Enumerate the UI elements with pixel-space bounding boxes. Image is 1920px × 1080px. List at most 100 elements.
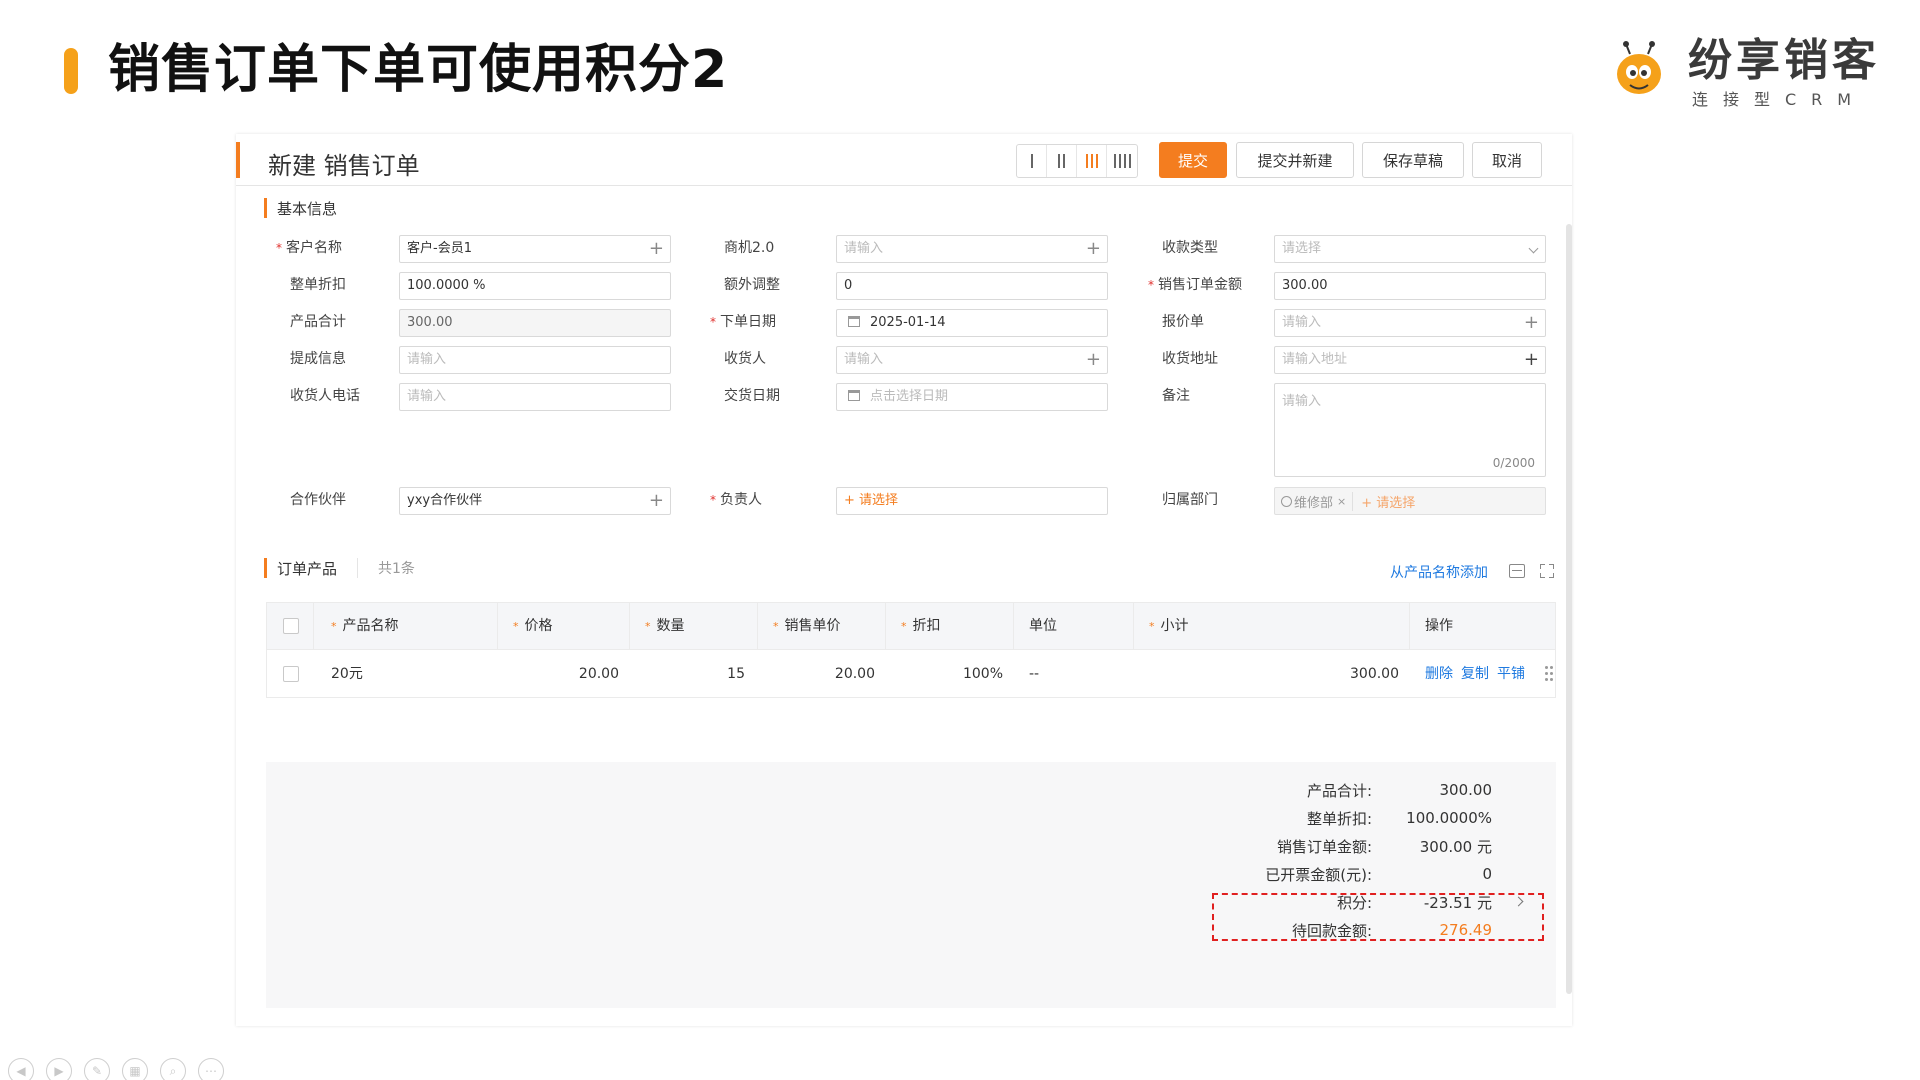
add-icon[interactable]: + <box>1524 310 1539 336</box>
payment-type-select[interactable]: 请选择 <box>1274 235 1546 263</box>
basic-info-heading: 基本信息 <box>264 198 337 218</box>
customer-name-label: * 客户名称 <box>276 240 342 256</box>
order-products-table: * 产品名称 * 价格 * 数量 * 销售单价 * 折扣 单位 * 小计 操作 20元 20… <box>266 602 1556 698</box>
receiver-phone-label: 收货人电话 <box>290 388 360 404</box>
delivery-date-picker[interactable]: 点击选择日期 <box>836 383 1108 411</box>
ship-address-input[interactable]: 请输入地址 + <box>1274 346 1546 374</box>
opportunity-input[interactable]: 请输入 + <box>836 235 1108 263</box>
order-amount-input[interactable]: 300.00 <box>1274 272 1546 300</box>
receiver-phone-input[interactable]: 请输入 <box>399 383 671 411</box>
fullscreen-icon[interactable] <box>1540 564 1554 578</box>
cell-product-name: 20元 <box>331 666 363 682</box>
circle-icon <box>1281 495 1292 507</box>
submit-and-new-button[interactable]: 提交并新建 <box>1236 142 1354 178</box>
products-heading: 订单产品 共1条 <box>264 558 415 578</box>
payment-type-label: 收款类型 <box>1162 240 1218 256</box>
summary-discount: 整单折扣: 100.0000% <box>1306 809 1492 828</box>
select-all-checkbox[interactable] <box>283 618 299 634</box>
pen-icon[interactable]: ✎ <box>84 1058 110 1080</box>
product-total-label: 产品合计 <box>290 314 346 330</box>
opportunity-label: 商机2.0 <box>724 240 775 256</box>
customer-name-input[interactable]: 客户-会员1 + <box>399 235 671 263</box>
close-icon[interactable]: × <box>1337 495 1346 508</box>
layout-2-col-icon[interactable] <box>1047 145 1077 177</box>
chevron-down-icon <box>1528 243 1539 254</box>
copy-row-button[interactable]: 复制 <box>1461 650 1489 698</box>
col-discount: * 折扣 <box>901 618 941 634</box>
order-date-label: * 下单日期 <box>710 314 776 330</box>
logo-subtitle: 连接型CRM <box>1692 90 1867 109</box>
add-department-button[interactable]: + 请选择 <box>1361 492 1415 511</box>
summary-product-total: 产品合计: 300.00 <box>1306 781 1492 800</box>
department-tag: 维修部 × <box>1281 491 1354 511</box>
brand-logo: 纷享销客 连接型CRM <box>1612 35 1892 109</box>
header-accent-bar <box>236 142 240 178</box>
slides-icon[interactable]: ▦ <box>122 1058 148 1080</box>
table-row: 20元 20.00 15 20.00 100% -- 300.00 删除 复制 … <box>267 649 1555 697</box>
layout-3-col-icon[interactable] <box>1077 145 1107 177</box>
add-icon[interactable]: + <box>1086 236 1101 262</box>
form-title: 新建 销售订单 <box>268 152 420 180</box>
extra-adjust-input[interactable]: 0 <box>836 272 1108 300</box>
tile-row-button[interactable]: 平铺 <box>1497 650 1525 698</box>
remark-textarea[interactable]: 请输入 0/2000 <box>1274 383 1546 477</box>
save-draft-button[interactable]: 保存草稿 <box>1362 142 1464 178</box>
cancel-button[interactable]: 取消 <box>1472 142 1542 178</box>
form-scrollbar[interactable] <box>1566 224 1572 994</box>
extra-adjust-label: 额外调整 <box>724 277 780 293</box>
row-checkbox[interactable] <box>283 666 299 682</box>
summary-invoiced: 已开票金额(元): 0 <box>1265 865 1492 884</box>
layout-switcher <box>1016 144 1138 178</box>
remark-label: 备注 <box>1162 388 1190 404</box>
calendar-icon <box>848 390 860 401</box>
department-select[interactable]: 维修部 × + 请选择 <box>1274 487 1546 515</box>
partner-input[interactable]: yxy合作伙伴 + <box>399 487 671 515</box>
quote-input[interactable]: 请输入 + <box>1274 309 1546 337</box>
order-date-picker[interactable]: 2025-01-14 <box>836 309 1108 337</box>
add-icon[interactable]: + <box>649 236 664 262</box>
cell-unit: -- <box>1029 666 1040 682</box>
col-subtotal: * 小计 <box>1149 618 1189 634</box>
commission-label: 提成信息 <box>290 351 346 367</box>
more-icon[interactable]: ⋯ <box>198 1058 224 1080</box>
ship-address-label: 收货地址 <box>1162 351 1218 367</box>
cell-subtotal: 300.00 <box>1350 666 1399 682</box>
delivery-date-label: 交货日期 <box>724 388 780 404</box>
bee-mascot-icon <box>1617 41 1661 94</box>
print-icon[interactable] <box>1509 564 1525 578</box>
next-icon[interactable]: ▶ <box>46 1058 72 1080</box>
submit-button[interactable]: 提交 <box>1159 142 1227 178</box>
owner-select[interactable]: + 请选择 <box>836 487 1108 515</box>
previous-icon[interactable]: ◀ <box>8 1058 34 1080</box>
owner-label: * 负责人 <box>710 492 762 508</box>
delete-row-button[interactable]: 删除 <box>1425 650 1453 698</box>
calendar-icon <box>848 316 860 327</box>
col-unit-price: * 销售单价 <box>773 618 841 634</box>
title-accent-bar <box>64 48 78 94</box>
add-icon[interactable]: + <box>1524 347 1539 373</box>
col-price: * 价格 <box>513 618 553 634</box>
cell-discount[interactable]: 100% <box>885 650 1003 698</box>
layout-1-col-icon[interactable] <box>1017 145 1047 177</box>
drag-handle-icon[interactable] <box>1545 666 1553 682</box>
layout-4-col-icon[interactable] <box>1107 145 1137 177</box>
col-actions: 操作 <box>1425 618 1453 634</box>
cell-quantity[interactable]: 15 <box>629 650 745 698</box>
zoom-icon[interactable]: ⌕ <box>160 1058 186 1080</box>
add-icon[interactable]: + <box>649 488 664 514</box>
discount-input[interactable]: 100.0000 % <box>399 272 671 300</box>
order-amount-label: * 销售订单金额 <box>1148 277 1242 293</box>
discount-label: 整单折扣 <box>290 277 346 293</box>
commission-input[interactable]: 请输入 <box>399 346 671 374</box>
product-count: 共1条 <box>357 558 415 578</box>
quote-label: 报价单 <box>1162 314 1204 330</box>
receiver-input[interactable]: 请输入 + <box>836 346 1108 374</box>
add-icon[interactable]: + <box>1086 347 1101 373</box>
add-from-product-link[interactable]: 从产品名称添加 <box>1390 562 1488 582</box>
logo-name: 纷享销客 <box>1688 35 1880 86</box>
partner-label: 合作伙伴 <box>290 492 346 508</box>
col-product-name: * 产品名称 <box>331 618 399 634</box>
cell-price[interactable]: 20.00 <box>497 650 619 698</box>
slide-title: 销售订单下单可使用积分2 <box>108 40 729 100</box>
cell-unit-price[interactable]: 20.00 <box>757 650 875 698</box>
